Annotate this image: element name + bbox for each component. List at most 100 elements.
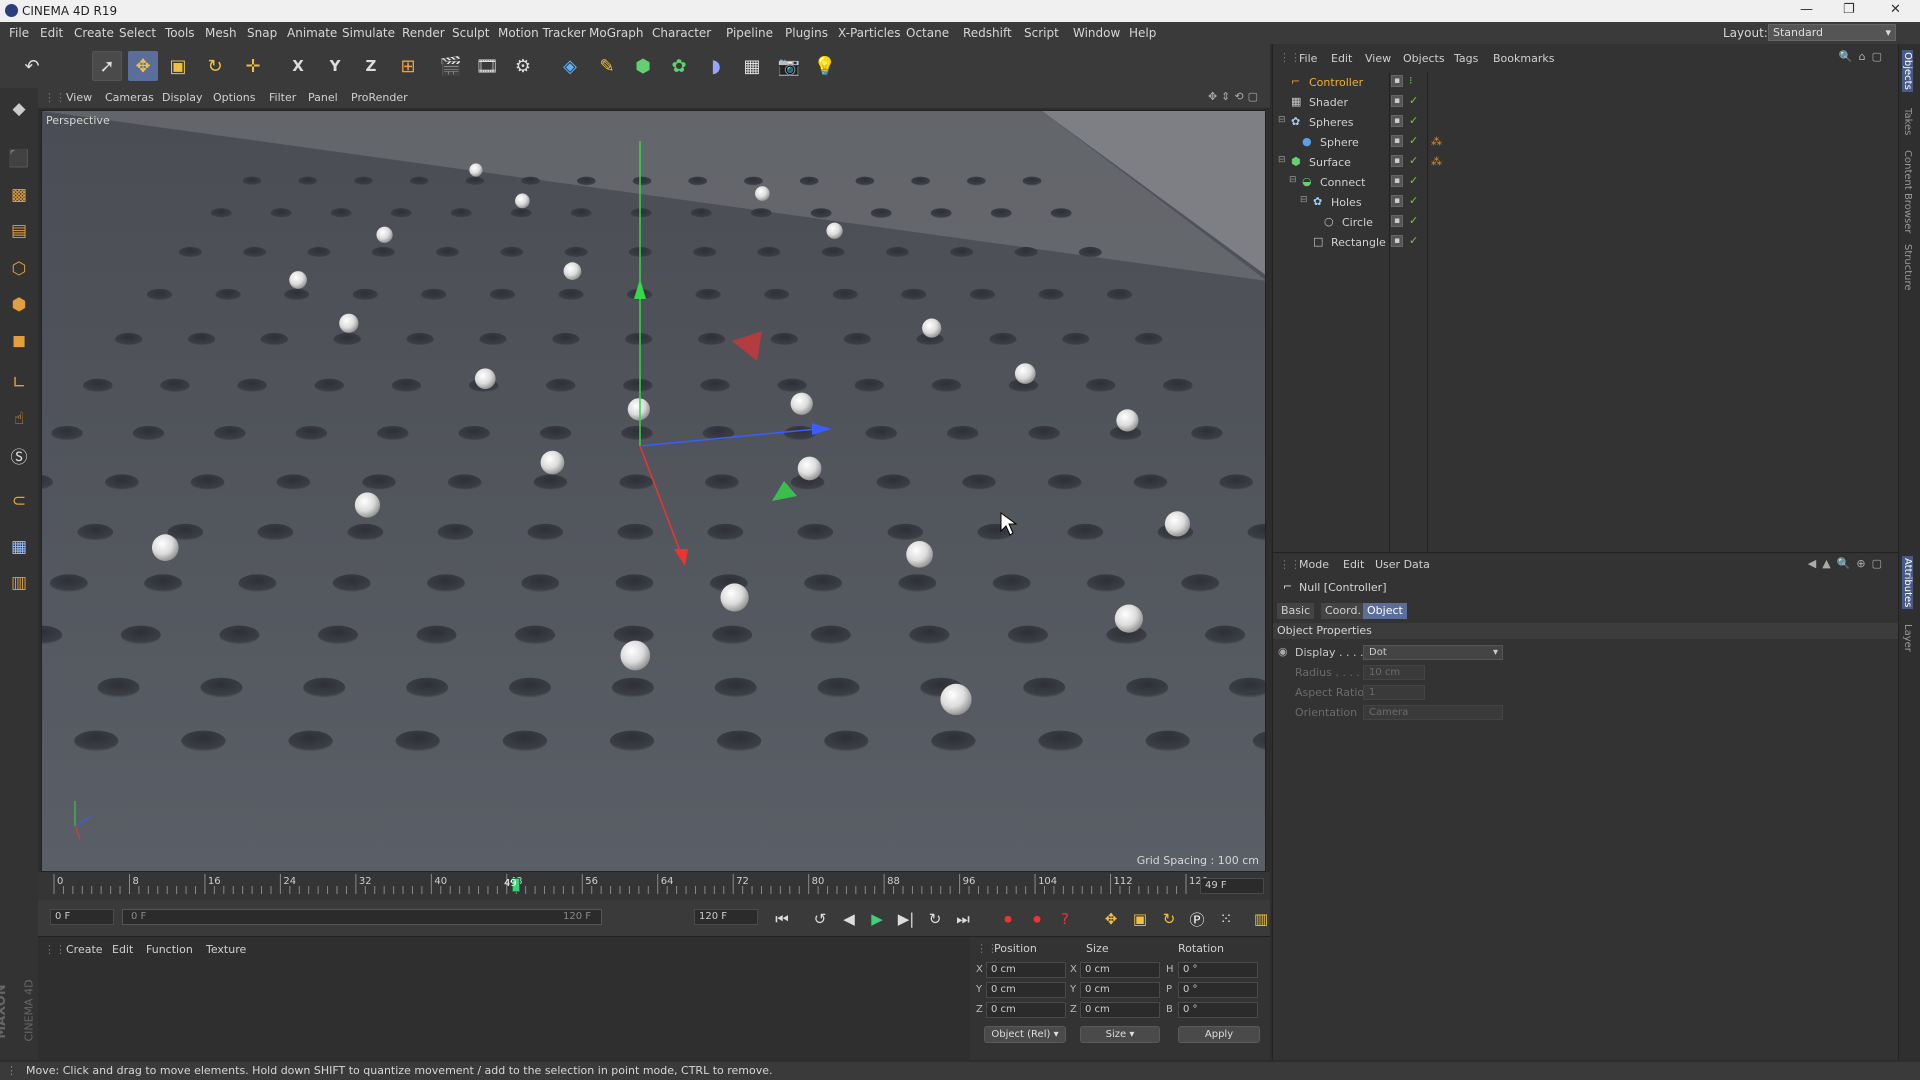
menu-window[interactable]: Window [1073,26,1120,40]
floor-icon[interactable]: ▦ [737,51,767,81]
rotation-b-field[interactable]: 0 ° [1178,1002,1258,1018]
live-select-icon[interactable]: ✛ [238,51,268,81]
key-position-icon[interactable]: ✥ [1100,908,1122,930]
tab-takes-vertical[interactable]: Takes [1902,108,1913,135]
timeline-ruler[interactable]: 081624324048566472808896104112120 49 49 … [38,872,1270,900]
menu-help[interactable]: Help [1129,26,1156,40]
end-frame-field[interactable]: 120 F [694,909,758,925]
menu-sculpt[interactable]: Sculpt [452,26,489,40]
attribute-menu-edit[interactable]: Edit [1343,558,1364,571]
enabled-check-icon[interactable]: ✓ [1409,214,1418,227]
menu-snap[interactable]: Snap [247,26,277,40]
viewport-menu-cameras[interactable]: Cameras [105,91,154,104]
minimize-button[interactable]: — [1800,2,1813,17]
texture-mode-icon[interactable]: ▩ [4,180,34,210]
object-menu-bookmarks[interactable]: Bookmarks [1493,52,1554,65]
object-row-connect[interactable]: ⊟ ◒ Connect ▪ ✓ [1273,172,1899,192]
menu-script[interactable]: Script [1024,26,1059,40]
display-select[interactable]: Dot ▾ [1363,645,1503,660]
tab-structure-vertical[interactable]: Structure [1902,244,1913,291]
expand-toggle-icon[interactable]: ⊟ [1300,195,1308,205]
subdivision-surface-icon[interactable]: ⬢ [628,51,658,81]
size-z-field[interactable]: 0 cm [1080,1002,1160,1018]
object-row-controller[interactable]: ⌐ Controller ▪ ⁝ [1273,72,1899,92]
menu-x-particles[interactable]: X-Particles [838,26,901,40]
layer-box-icon[interactable]: ▪ [1391,95,1403,107]
attribute-menu-mode[interactable]: Mode [1299,558,1329,571]
enabled-check-icon[interactable]: ✓ [1409,234,1418,247]
pen-spline-icon[interactable]: ✎ [592,51,622,81]
tab-layer-vertical[interactable]: Layer [1902,624,1913,652]
key-parameter-icon[interactable]: Ⓟ [1186,908,1208,930]
viewport-scene[interactable] [42,111,1266,872]
viewport-menu-panel[interactable]: Panel [308,91,338,104]
next-frame-icon[interactable]: ▶| [895,908,917,930]
restore-button[interactable]: ❐ [1843,2,1855,17]
layer-box-icon[interactable]: ▪ [1391,195,1403,207]
tab-objects-vertical[interactable]: Objects [1902,50,1913,92]
material-menu-function[interactable]: Function [146,943,193,956]
polygons-mode-icon[interactable]: ◼ [4,326,34,356]
tag-icon[interactable]: ⁂ [1431,155,1442,168]
size-y-field[interactable]: 0 cm [1080,982,1160,998]
coordinate-mode-select[interactable]: Object (Rel) ▾ [984,1026,1066,1043]
object-row-rectangle[interactable]: □ Rectangle ▪ ✓ [1273,232,1899,252]
model-mode-icon[interactable]: ⬛ [4,144,34,174]
position-x-field[interactable]: 0 cm [986,962,1066,978]
scale-tool-icon[interactable]: ▣ [163,51,193,81]
workplane-grid-icon[interactable]: ▥ [4,568,34,598]
key-point-level-icon[interactable]: ⁙ [1215,908,1237,930]
expand-toggle-icon[interactable]: ⊟ [1278,155,1286,165]
object-row-holes[interactable]: ⊟ ✿ Holes ▪ ✓ [1273,192,1899,212]
menu-select[interactable]: Select [119,26,156,40]
render-picture-viewer-icon[interactable]: 🎞 [472,51,502,81]
light-icon[interactable]: 💡 [810,51,840,81]
play-icon[interactable]: ▶ [866,908,888,930]
menu-plugins[interactable]: Plugins [785,26,828,40]
autokey-icon[interactable]: ⏺ [1026,908,1048,930]
coordinate-system-icon[interactable]: ⊞ [393,51,423,81]
tab-content-browser-vertical[interactable]: Content Browser [1902,150,1913,233]
apply-button[interactable]: Apply [1178,1026,1260,1043]
go-to-start-icon[interactable]: ⏮ [771,908,793,930]
menu-simulate[interactable]: Simulate [342,26,395,40]
start-frame-field[interactable]: 0 F [50,909,114,925]
timeline-window-icon[interactable]: ▥ [1250,908,1272,930]
tab-coord[interactable]: Coord. [1321,603,1365,619]
object-menu-tags[interactable]: Tags [1454,52,1478,65]
cube-primitive-icon[interactable]: ◈ [555,51,585,81]
cloner-icon[interactable]: ✿ [664,51,694,81]
move-tool-icon[interactable]: ✥ [128,51,158,81]
tab-attributes-vertical[interactable]: Attributes [1902,556,1913,610]
edges-mode-icon[interactable]: ⬢ [4,290,34,320]
enabled-check-icon[interactable]: ⁝ [1409,74,1413,87]
layer-box-icon[interactable]: ▪ [1391,235,1403,247]
material-menu-texture[interactable]: Texture [206,943,246,956]
layer-box-icon[interactable]: ▪ [1391,75,1403,87]
render-view-icon[interactable]: 🎬 [436,51,466,81]
viewport-menu-view[interactable]: View [66,91,92,104]
material-menu-create[interactable]: Create [66,943,103,956]
object-manager-tools-icons[interactable]: 🔍⌂▢ [1839,50,1888,63]
attribute-manager-nav-icons[interactable]: ◀▲🔍⊕▢ [1808,557,1888,570]
workplane-icon[interactable]: ▤ [4,216,34,246]
object-menu-view[interactable]: View [1365,52,1391,65]
record-keys-icon[interactable]: ⏺ [997,908,1019,930]
current-frame-field[interactable]: 49 F [1200,878,1264,894]
rotation-p-field[interactable]: 0 ° [1178,982,1258,998]
size-mode-select[interactable]: Size ▾ [1080,1026,1160,1043]
menu-pipeline[interactable]: Pipeline [726,26,773,40]
rotate-tool-icon[interactable]: ↻ [200,51,230,81]
keyframe-selection-icon[interactable]: ? [1054,908,1076,930]
render-settings-icon[interactable]: ⚙ [508,51,538,81]
next-key-icon[interactable]: ↻ [924,908,946,930]
points-mode-icon[interactable]: ⬡ [4,254,34,284]
menu-create[interactable]: Create [74,26,114,40]
layer-box-icon[interactable]: ▪ [1391,155,1403,167]
viewport-menu-options[interactable]: Options [213,91,255,104]
tab-object[interactable]: Object [1363,603,1407,619]
previous-key-icon[interactable]: ↺ [809,908,831,930]
tab-basic[interactable]: Basic [1277,603,1315,619]
close-button[interactable]: ✕ [1890,2,1901,17]
layer-box-icon[interactable]: ▪ [1391,215,1403,227]
